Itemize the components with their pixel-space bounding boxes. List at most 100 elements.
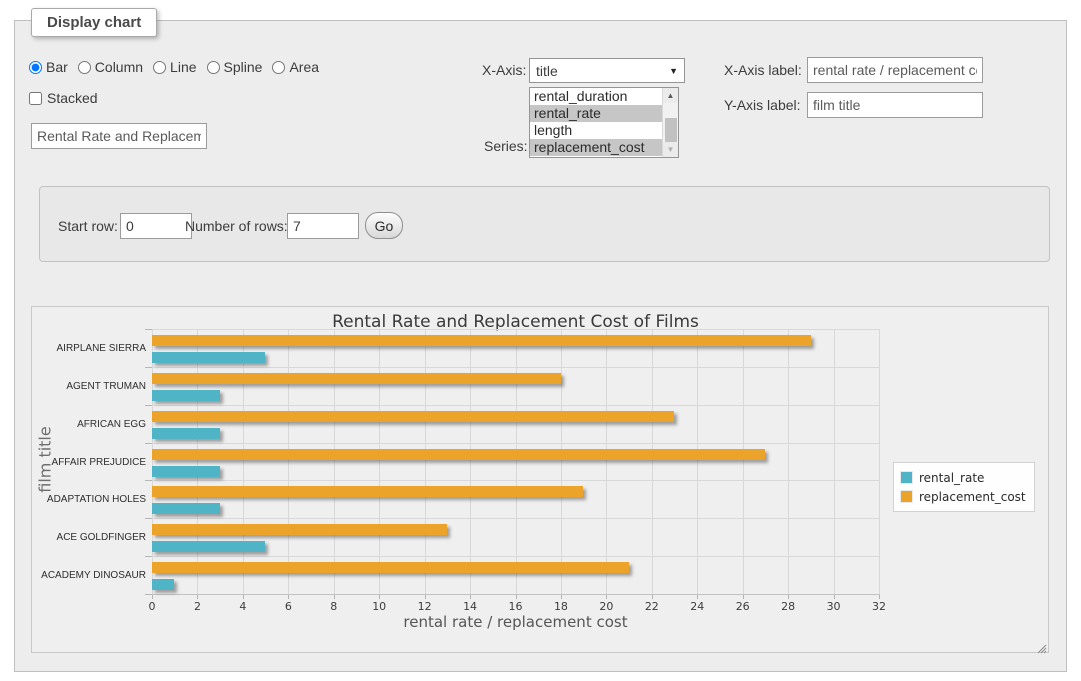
stacked-checkbox[interactable] [29, 92, 42, 105]
scroll-up-icon[interactable]: ▲ [663, 88, 678, 103]
x-tick-label: 6 [268, 600, 308, 613]
stacked-label[interactable]: Stacked [47, 90, 98, 106]
legend-swatch-replacement_cost [900, 490, 913, 503]
y-tick [145, 518, 152, 519]
chart-type-label-area[interactable]: Area [289, 59, 319, 75]
gridline [743, 329, 744, 594]
chart-title-input[interactable] [31, 123, 207, 149]
x-tick-label: 26 [723, 600, 763, 613]
y-tick [145, 405, 152, 406]
start-row-label: Start row: [58, 218, 118, 234]
chart-type-radio-group: Bar Column Line Spline Area [29, 59, 329, 75]
x-tick-label: 16 [496, 600, 536, 613]
category-label: ADAPTATION HOLES [32, 493, 146, 506]
bar-rental_rate [152, 466, 220, 477]
series-option-length[interactable]: length [530, 122, 678, 139]
x-axis-selected-value: title [536, 63, 669, 79]
series-select-label: Series: [484, 138, 528, 154]
bar-replacement_cost [152, 373, 561, 384]
gridline [243, 329, 244, 594]
category-label: AIRPLANE SIERRA [32, 342, 146, 355]
stacked-row: Stacked [29, 90, 98, 106]
chart-type-label-bar[interactable]: Bar [46, 59, 68, 75]
y-axis-label-input[interactable] [807, 92, 983, 118]
gridline [288, 329, 289, 594]
bar-replacement_cost [152, 486, 583, 497]
gridline [879, 329, 880, 594]
bar-rental_rate [152, 390, 220, 401]
bar-rental_rate [152, 503, 220, 514]
chart-container: Rental Rate and Replacement Cost of Film… [31, 306, 1049, 653]
x-tick-label: 8 [314, 600, 354, 613]
category-label: ACADEMY DINOSAUR [32, 569, 146, 582]
chart-type-radio-line[interactable] [153, 61, 166, 74]
bar-rental_rate [152, 428, 220, 439]
bar-rental_rate [152, 541, 265, 552]
chart-type-radio-spline[interactable] [207, 61, 220, 74]
chart-type-label-spline[interactable]: Spline [224, 59, 263, 75]
start-row-input[interactable] [120, 213, 192, 239]
chart-type-label-line[interactable]: Line [170, 59, 196, 75]
legend-item-replacement_cost[interactable]: replacement_cost [900, 487, 1026, 506]
legend-swatch-rental_rate [900, 471, 913, 484]
x-tick-label: 10 [359, 600, 399, 613]
gridline [697, 329, 698, 594]
row-controls-panel: Start row: Number of rows: Go [39, 186, 1050, 262]
gridline [334, 329, 335, 594]
x-tick-label: 32 [859, 600, 899, 613]
chart-type-label-column[interactable]: Column [95, 59, 143, 75]
gridline [834, 329, 835, 594]
scroll-down-icon[interactable]: ▼ [663, 142, 678, 157]
series-listbox[interactable]: rental_durationrental_ratelengthreplacem… [529, 87, 679, 158]
number-of-rows-input[interactable] [287, 213, 359, 239]
x-tick-label: 30 [814, 600, 854, 613]
gridline [152, 329, 153, 594]
y-tick [145, 594, 152, 595]
y-axis-label-label: Y-Axis label: [724, 97, 801, 113]
chart-type-radio-column[interactable] [78, 61, 91, 74]
gridline [152, 367, 879, 368]
category-label: AGENT TRUMAN [32, 380, 146, 393]
x-axis-select-label: X-Axis: [482, 62, 526, 78]
bar-replacement_cost [152, 411, 674, 422]
series-option-rental_rate[interactable]: rental_rate [530, 105, 678, 122]
x-axis-label-label: X-Axis label: [724, 62, 802, 78]
bar-replacement_cost [152, 449, 765, 460]
gridline [516, 329, 517, 594]
gridline [152, 518, 879, 519]
chart-type-radio-area[interactable] [272, 61, 285, 74]
x-tick-label: 24 [677, 600, 717, 613]
gridline [152, 443, 879, 444]
display-chart-fieldset: Display chart BarColumnLineSplineArea St… [14, 20, 1067, 672]
y-tick [145, 556, 152, 557]
x-tick-label: 22 [632, 600, 672, 613]
x-tick-label: 12 [405, 600, 445, 613]
chevron-down-icon: ▼ [669, 66, 678, 76]
bar-replacement_cost [152, 335, 811, 346]
x-axis-line [152, 594, 880, 595]
number-of-rows-label: Number of rows: [185, 218, 288, 234]
x-tick-label: 20 [586, 600, 626, 613]
series-option-replacement_cost[interactable]: replacement_cost [530, 139, 678, 156]
gridline [788, 329, 789, 594]
go-button[interactable]: Go [365, 212, 403, 239]
legend-item-rental_rate[interactable]: rental_rate [900, 468, 1026, 487]
fieldset-legend: Display chart [31, 8, 157, 37]
x-tick-label: 0 [132, 600, 172, 613]
x-tick-label: 14 [450, 600, 490, 613]
bar-replacement_cost [152, 524, 447, 535]
gridline [561, 329, 562, 594]
gridline [606, 329, 607, 594]
x-axis-label-input[interactable] [807, 57, 983, 83]
legend-label: replacement_cost [919, 490, 1026, 504]
listbox-scrollbar[interactable]: ▲ ▼ [662, 88, 678, 157]
gridline [152, 556, 879, 557]
chart-type-radio-bar[interactable] [29, 61, 42, 74]
resize-handle-icon[interactable] [1035, 639, 1047, 651]
series-option-rental_duration[interactable]: rental_duration [530, 88, 678, 105]
x-axis-select[interactable]: title ▼ [529, 58, 685, 83]
gridline [197, 329, 198, 594]
scrollbar-thumb[interactable] [665, 118, 677, 142]
gridline [379, 329, 380, 594]
legend-label: rental_rate [919, 471, 984, 485]
